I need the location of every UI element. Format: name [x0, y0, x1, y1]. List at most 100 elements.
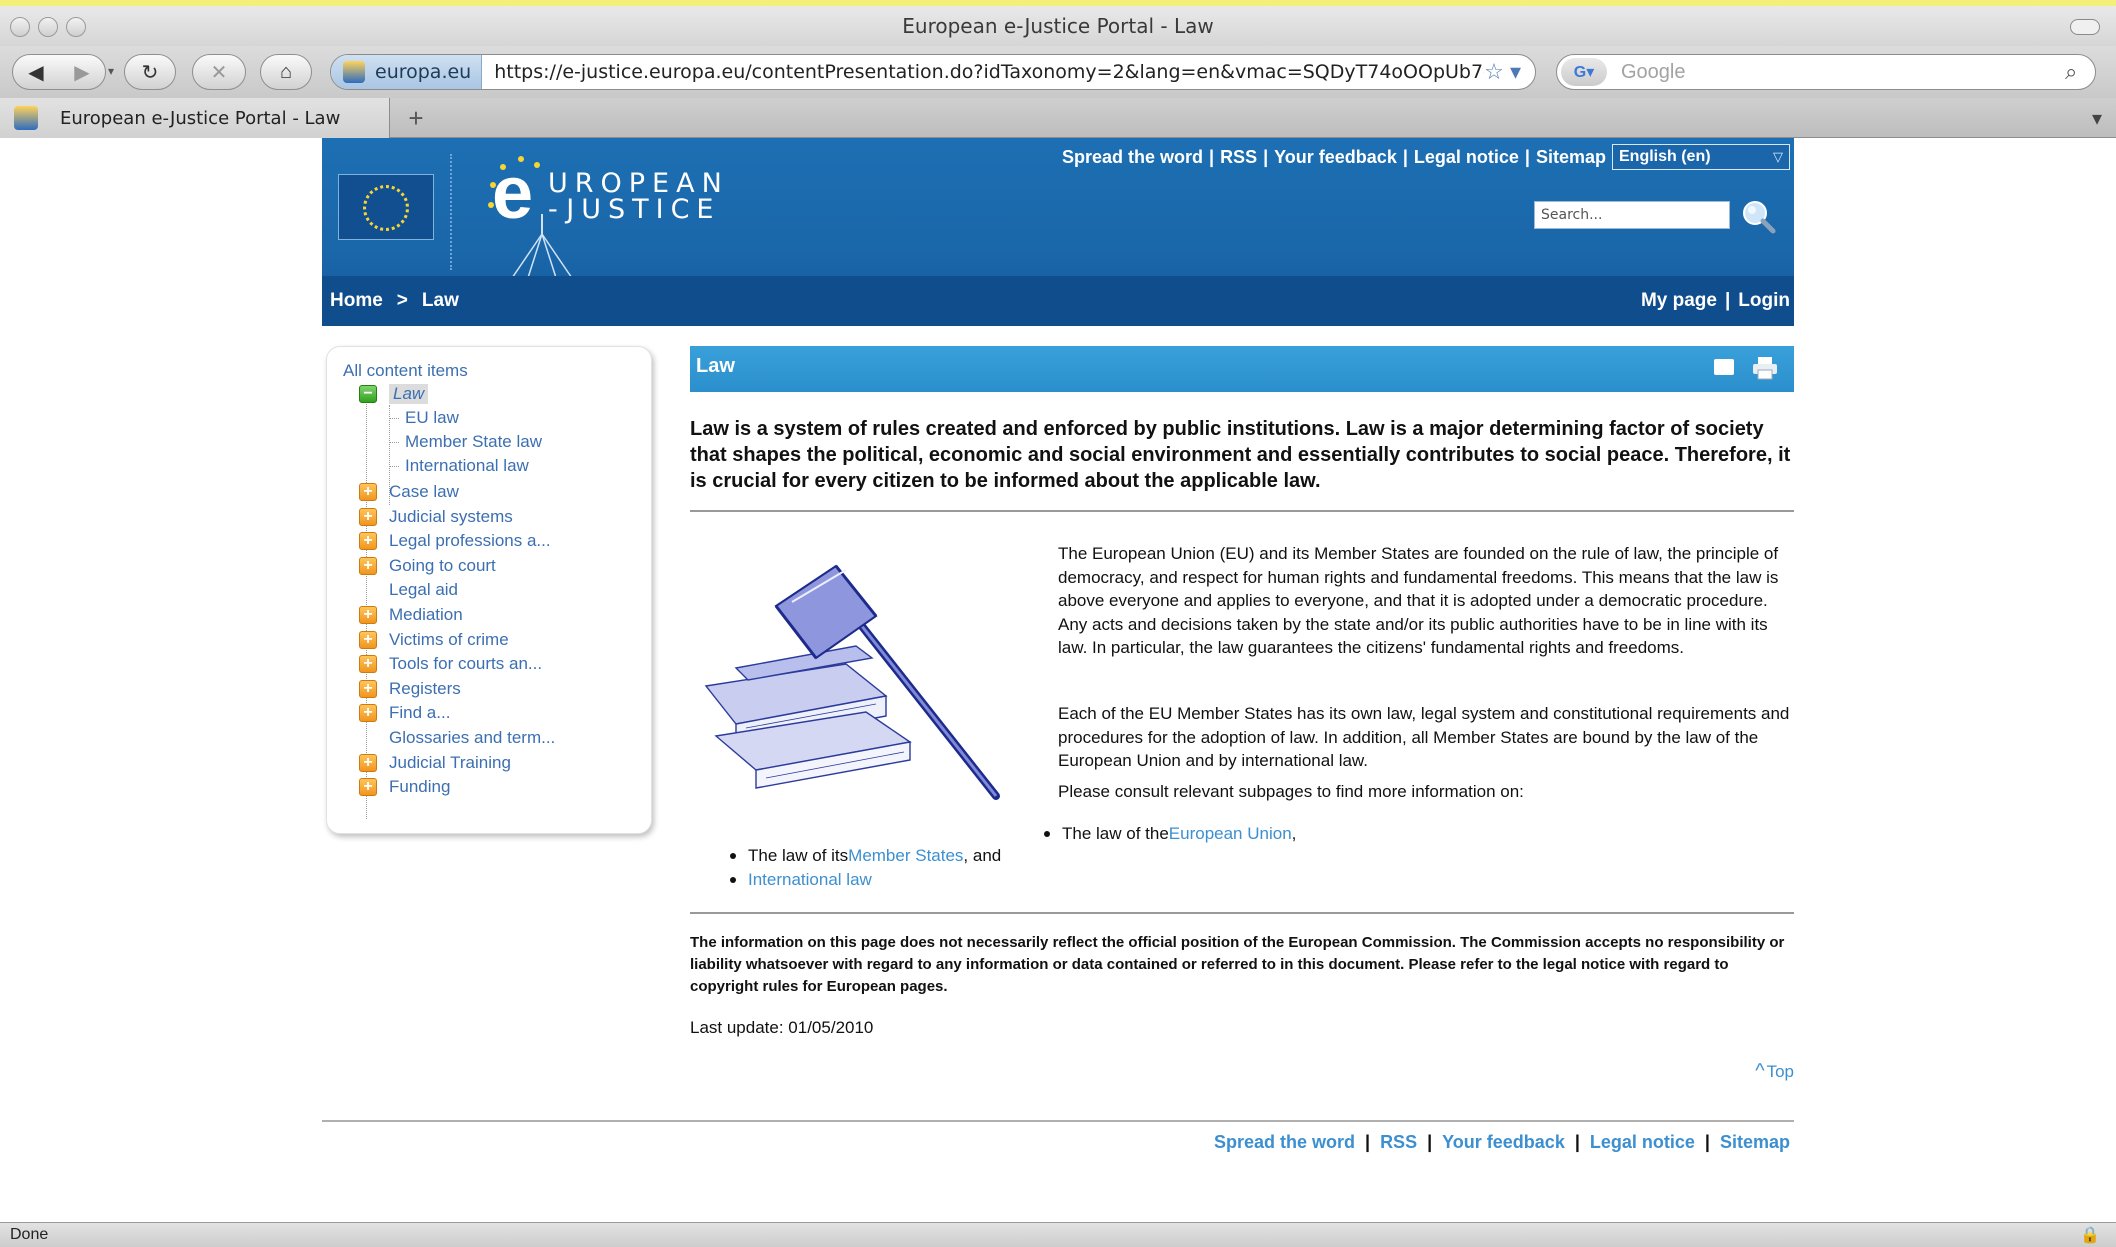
sidebar-item-victims-of-crime[interactable]: + Victims of crime [359, 629, 509, 651]
search-engine-icon[interactable]: G▾ [1561, 58, 1607, 86]
tree-leaf-icon [359, 729, 377, 747]
member-states-link[interactable]: Member States [848, 846, 963, 866]
sidebar-item-find-a[interactable]: + Find a... [359, 702, 450, 724]
footer-divider [322, 1120, 1794, 1122]
footer-your-feedback-link[interactable]: Your feedback [1442, 1132, 1565, 1153]
collapse-icon[interactable]: − [359, 385, 377, 403]
forward-icon[interactable]: ▶ [74, 60, 89, 85]
section-title: Law [696, 355, 735, 377]
expand-icon[interactable]: + [359, 753, 377, 772]
last-update-text: Last update: 01/05/2010 [690, 1018, 874, 1037]
back-icon[interactable]: ◀ [28, 60, 43, 85]
expand-icon[interactable]: + [359, 704, 377, 723]
sidebar-subitem-international-law[interactable]: International law [389, 455, 529, 477]
tab-current[interactable]: European e-Justice Portal - Law [0, 98, 390, 138]
expand-icon[interactable]: + [359, 606, 377, 624]
expand-icon[interactable]: + [359, 778, 377, 797]
footer-legal-notice-link[interactable]: Legal notice [1590, 1132, 1695, 1153]
stop-button[interactable]: ✕ [192, 54, 246, 90]
stop-icon: ✕ [210, 61, 228, 84]
sidebar-item-tools-for-courts-an[interactable]: + Tools for courts an... [359, 653, 542, 675]
legal-notice-link[interactable]: Legal notice [1414, 147, 1519, 168]
language-select-value: English (en) [1619, 148, 1711, 165]
breadcrumb-separator: > [396, 290, 408, 311]
expand-icon[interactable]: + [359, 532, 377, 551]
sidebar-item-case-law[interactable]: + Case law [359, 481, 459, 503]
sidebar-item-glossaries-and-term[interactable]: Glossaries and term... [359, 727, 555, 749]
search-icon[interactable]: ⌕ [2065, 59, 2095, 85]
sidebar-subitem-member-state-law[interactable]: Member State law [389, 431, 542, 453]
user-links: My page | Login [1640, 290, 1790, 312]
your-feedback-link[interactable]: Your feedback [1274, 147, 1397, 168]
home-icon: ⌂ [279, 60, 293, 83]
gavel-and-books-illustration [704, 564, 1000, 800]
minimize-window-button[interactable] [38, 17, 58, 37]
content-tree-sidebar: All content items − Law EU law Member St… [326, 346, 652, 834]
expand-icon[interactable]: + [359, 483, 377, 501]
footer-rss-link[interactable]: RSS [1380, 1132, 1417, 1153]
email-page-icon[interactable] [1714, 359, 1734, 375]
expand-icon[interactable]: + [359, 507, 377, 526]
new-tab-button[interactable]: + [400, 102, 432, 134]
home-button[interactable]: ⌂ [260, 54, 312, 90]
sitemap-link[interactable]: Sitemap [1536, 147, 1606, 168]
site-identity-label: europa.eu [375, 61, 472, 83]
site-banner: e UROPEAN -JUSTICE Spread the word | RSS |… [322, 138, 1794, 326]
spread-the-word-link[interactable]: Spread the word [1062, 147, 1203, 168]
zoom-window-button[interactable] [66, 17, 86, 37]
expand-icon[interactable]: + [359, 679, 377, 698]
sidebar-item-legal-aid[interactable]: Legal aid [359, 579, 458, 601]
web-search-box[interactable]: G▾ Google ⌕ [1556, 54, 2096, 90]
url-text[interactable]: https://e-justice.europa.eu/contentPrese… [482, 61, 1484, 83]
tab-list-icon[interactable]: ▾ [2092, 106, 2102, 131]
toolbar-toggle-button[interactable] [2070, 19, 2100, 35]
tab-label: European e-Justice Portal - Law [60, 107, 341, 129]
back-forward-buttons[interactable]: ◀ ▶ [12, 54, 106, 90]
my-page-link[interactable]: My page [1641, 290, 1717, 312]
sidebar-item-funding[interactable]: + Funding [359, 776, 450, 798]
bookmark-star-icon[interactable]: ☆ ▾ [1484, 59, 1535, 85]
reload-button[interactable]: ↻ [124, 54, 176, 90]
sidebar-item-registers[interactable]: + Registers [359, 678, 461, 700]
status-bar: Done 🔒 [0, 1222, 2116, 1247]
lock-icon: 🔒 [2080, 1227, 2100, 1244]
browser-toolbar: ◀ ▶ ▾ ↻ ✕ ⌂ europa.eu https://e-justice.e… [0, 46, 2116, 98]
sidebar-item-legal-professions-a[interactable]: + Legal professions a... [359, 530, 551, 552]
login-link[interactable]: Login [1738, 290, 1790, 312]
breadcrumb-current[interactable]: Law [422, 290, 459, 312]
rss-link[interactable]: RSS [1220, 147, 1257, 168]
print-icon[interactable] [1752, 356, 1778, 380]
sidebar-item-judicial-systems[interactable]: + Judicial systems [359, 506, 513, 528]
chevron-up-icon: ^ [1755, 1060, 1765, 1082]
section-header: Law [690, 346, 1794, 392]
search-button[interactable] [1740, 198, 1776, 234]
url-bar[interactable]: europa.eu https://e-justice.europa.eu/co… [330, 54, 1536, 90]
tree-leaf-icon [359, 581, 377, 599]
sidebar-subitem-eu-law[interactable]: EU law [389, 407, 459, 429]
site-search-input[interactable]: Search... [1534, 201, 1730, 229]
history-dropdown-icon[interactable]: ▾ [108, 64, 114, 78]
back-to-top-link[interactable]: ^ Top [1755, 1060, 1794, 1083]
footer-sitemap-link[interactable]: Sitemap [1720, 1132, 1790, 1153]
web-search-input[interactable]: Google [1607, 61, 2065, 84]
expand-icon[interactable]: + [359, 630, 377, 649]
expand-icon[interactable]: + [359, 655, 377, 674]
site-identity-button[interactable]: europa.eu [331, 55, 483, 89]
close-window-button[interactable] [10, 17, 30, 37]
footer-links: Spread the word | RSS | Your feedback | Leg… [1213, 1132, 1790, 1153]
sidebar-item-going-to-court[interactable]: + Going to court [359, 555, 496, 577]
international-law-link[interactable]: International law [748, 870, 872, 890]
european-union-link[interactable]: European Union [1169, 824, 1292, 844]
sidebar-item-mediation[interactable]: + Mediation [359, 604, 463, 626]
sidebar-item-law[interactable]: − Law [359, 383, 429, 405]
footer-spread-the-word-link[interactable]: Spread the word [1214, 1132, 1355, 1153]
sidebar-item-judicial-training[interactable]: + Judicial Training [359, 752, 511, 774]
breadcrumb: Home > Law [330, 276, 459, 326]
expand-icon[interactable]: + [359, 556, 377, 575]
tab-bar: European e-Justice Portal - Law + ▾ [0, 98, 2116, 138]
all-content-items-link[interactable]: All content items [343, 361, 468, 381]
breadcrumb-home[interactable]: Home [330, 290, 383, 312]
list-item: The law of its Member States, and [730, 846, 1001, 866]
disclaimer-text: The information on this page does not ne… [690, 934, 1785, 995]
language-select[interactable]: English (en) ▽ [1612, 144, 1790, 170]
